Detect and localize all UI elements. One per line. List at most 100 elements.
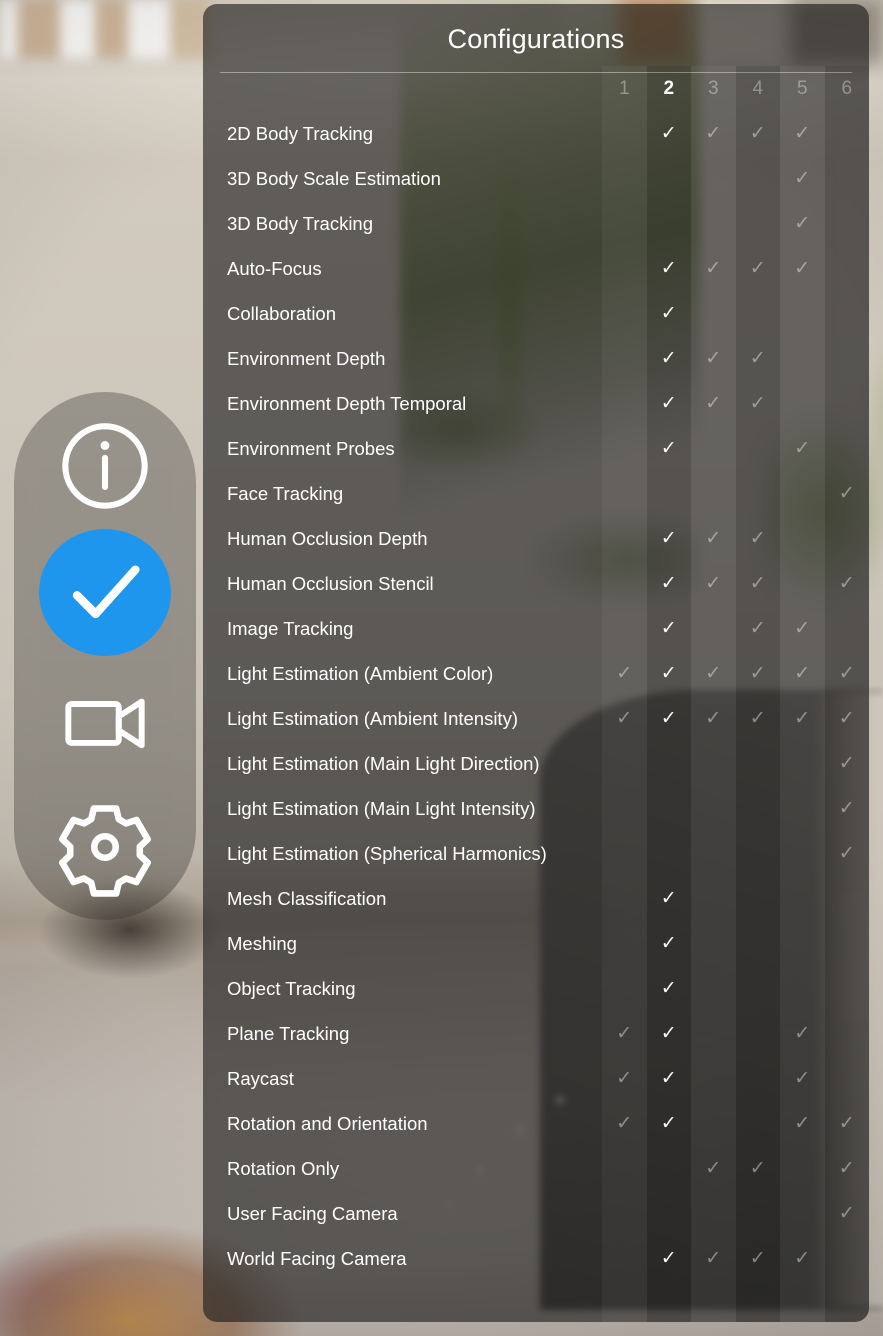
support-cell[interactable]: ✓: [647, 349, 692, 368]
support-cell[interactable]: ✓: [736, 439, 781, 458]
support-cell[interactable]: ✓: [736, 1114, 781, 1133]
column-header-2[interactable]: 2: [647, 79, 692, 98]
support-cell[interactable]: ✓: [780, 304, 825, 323]
support-cell[interactable]: ✓: [602, 979, 647, 998]
support-cell[interactable]: ✓: [602, 1024, 647, 1043]
support-cell[interactable]: ✓: [691, 844, 736, 863]
support-cell[interactable]: ✓: [602, 1204, 647, 1223]
support-cell[interactable]: ✓: [691, 529, 736, 548]
support-cell[interactable]: ✓: [691, 484, 736, 503]
support-cell[interactable]: ✓: [780, 259, 825, 278]
support-cell[interactable]: ✓: [825, 169, 870, 188]
support-cell[interactable]: ✓: [602, 619, 647, 638]
toolbar-button-configurations[interactable]: [39, 529, 171, 656]
support-cell[interactable]: ✓: [736, 214, 781, 233]
support-cell[interactable]: ✓: [780, 664, 825, 683]
support-cell[interactable]: ✓: [691, 394, 736, 413]
support-cell[interactable]: ✓: [825, 799, 870, 818]
support-cell[interactable]: ✓: [825, 934, 870, 953]
support-cell[interactable]: ✓: [780, 934, 825, 953]
support-cell[interactable]: ✓: [691, 709, 736, 728]
support-cell[interactable]: ✓: [647, 1024, 692, 1043]
support-cell[interactable]: ✓: [647, 394, 692, 413]
support-cell[interactable]: ✓: [602, 484, 647, 503]
support-cell[interactable]: ✓: [647, 529, 692, 548]
support-cell[interactable]: ✓: [825, 394, 870, 413]
support-cell[interactable]: ✓: [736, 664, 781, 683]
support-cell[interactable]: ✓: [647, 574, 692, 593]
support-cell[interactable]: ✓: [825, 349, 870, 368]
support-cell[interactable]: ✓: [825, 1024, 870, 1043]
support-cell[interactable]: ✓: [825, 1159, 870, 1178]
support-cell[interactable]: ✓: [691, 979, 736, 998]
support-cell[interactable]: ✓: [780, 574, 825, 593]
support-cell[interactable]: ✓: [647, 304, 692, 323]
support-cell[interactable]: ✓: [602, 124, 647, 143]
support-cell[interactable]: ✓: [602, 889, 647, 908]
support-cell[interactable]: ✓: [780, 1249, 825, 1268]
support-cell[interactable]: ✓: [691, 889, 736, 908]
support-cell[interactable]: ✓: [736, 979, 781, 998]
support-cell[interactable]: ✓: [691, 799, 736, 818]
support-cell[interactable]: ✓: [825, 709, 870, 728]
support-cell[interactable]: ✓: [825, 1114, 870, 1133]
support-cell[interactable]: ✓: [780, 844, 825, 863]
support-cell[interactable]: ✓: [602, 529, 647, 548]
support-cell[interactable]: ✓: [602, 844, 647, 863]
column-header-4[interactable]: 4: [736, 79, 781, 98]
support-cell[interactable]: ✓: [602, 1249, 647, 1268]
support-cell[interactable]: ✓: [736, 1249, 781, 1268]
support-cell[interactable]: ✓: [780, 1159, 825, 1178]
support-cell[interactable]: ✓: [825, 1204, 870, 1223]
support-cell[interactable]: ✓: [736, 619, 781, 638]
support-cell[interactable]: ✓: [691, 574, 736, 593]
support-cell[interactable]: ✓: [602, 754, 647, 773]
support-cell[interactable]: ✓: [602, 709, 647, 728]
support-cell[interactable]: ✓: [736, 844, 781, 863]
support-cell[interactable]: ✓: [602, 439, 647, 458]
support-cell[interactable]: ✓: [736, 394, 781, 413]
support-cell[interactable]: ✓: [602, 304, 647, 323]
support-cell[interactable]: ✓: [780, 754, 825, 773]
support-cell[interactable]: ✓: [825, 484, 870, 503]
support-cell[interactable]: ✓: [691, 349, 736, 368]
toolbar-button-info[interactable]: [39, 402, 171, 529]
support-cell[interactable]: ✓: [736, 529, 781, 548]
support-cell[interactable]: ✓: [780, 349, 825, 368]
support-cell[interactable]: ✓: [602, 934, 647, 953]
support-cell[interactable]: ✓: [691, 214, 736, 233]
support-cell[interactable]: ✓: [691, 1114, 736, 1133]
support-cell[interactable]: ✓: [736, 169, 781, 188]
support-cell[interactable]: ✓: [691, 1204, 736, 1223]
support-cell[interactable]: ✓: [647, 889, 692, 908]
support-cell[interactable]: ✓: [780, 1069, 825, 1088]
support-cell[interactable]: ✓: [691, 754, 736, 773]
support-cell[interactable]: ✓: [780, 1024, 825, 1043]
toolbar-button-record[interactable]: [39, 656, 171, 783]
support-cell[interactable]: ✓: [780, 124, 825, 143]
support-cell[interactable]: ✓: [647, 169, 692, 188]
support-cell[interactable]: ✓: [825, 889, 870, 908]
support-cell[interactable]: ✓: [825, 304, 870, 323]
support-cell[interactable]: ✓: [780, 394, 825, 413]
support-cell[interactable]: ✓: [691, 439, 736, 458]
support-cell[interactable]: ✓: [736, 1024, 781, 1043]
support-cell[interactable]: ✓: [780, 439, 825, 458]
support-cell[interactable]: ✓: [780, 799, 825, 818]
column-header-1[interactable]: 1: [602, 79, 647, 98]
support-cell[interactable]: ✓: [691, 1159, 736, 1178]
support-cell[interactable]: ✓: [825, 664, 870, 683]
support-cell[interactable]: ✓: [825, 619, 870, 638]
support-cell[interactable]: ✓: [691, 934, 736, 953]
support-cell[interactable]: ✓: [780, 619, 825, 638]
support-cell[interactable]: ✓: [736, 574, 781, 593]
support-cell[interactable]: ✓: [780, 1204, 825, 1223]
column-header-3[interactable]: 3: [691, 79, 736, 98]
support-cell[interactable]: ✓: [647, 979, 692, 998]
support-cell[interactable]: ✓: [647, 439, 692, 458]
support-cell[interactable]: ✓: [647, 484, 692, 503]
support-cell[interactable]: ✓: [647, 124, 692, 143]
support-cell[interactable]: ✓: [647, 934, 692, 953]
support-cell[interactable]: ✓: [602, 349, 647, 368]
support-cell[interactable]: ✓: [736, 1159, 781, 1178]
